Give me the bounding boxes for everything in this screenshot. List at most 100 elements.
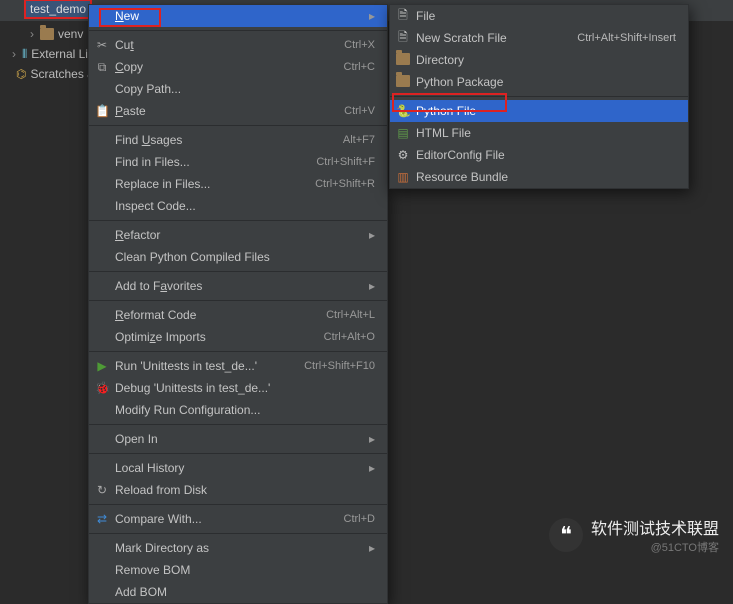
menu-reformat[interactable]: Reformat Code Ctrl+Alt+L	[89, 304, 387, 326]
menu-find-in-files[interactable]: Find in Files... Ctrl+Shift+F	[89, 151, 387, 173]
menu-label: Local History	[115, 461, 184, 475]
menu-local-history[interactable]: Local History ▸	[89, 457, 387, 479]
menu-label: Find Usages	[115, 133, 182, 147]
wechat-icon: ❝	[549, 518, 583, 552]
submenu-file[interactable]: 🗎 File	[390, 5, 688, 27]
scratches-icon: ⌬	[16, 67, 26, 81]
new-submenu: 🗎 File 🗎 New Scratch File Ctrl+Alt+Shift…	[389, 4, 689, 189]
menu-label: Open In	[115, 432, 158, 446]
menu-separator	[89, 351, 387, 352]
shortcut: Ctrl+D	[344, 513, 375, 525]
menu-debug[interactable]: 🐞 Debug 'Unittests in test_de...'	[89, 377, 387, 399]
menu-add-favorites[interactable]: Add to Favorites ▸	[89, 275, 387, 297]
submenu-arrow-icon: ▸	[369, 9, 375, 23]
watermark-text: 软件测试技术联盟	[591, 515, 719, 539]
submenu-label: HTML File	[416, 126, 471, 140]
menu-label: Find in Files...	[115, 155, 190, 169]
folder-icon	[396, 75, 410, 90]
submenu-scratch-file[interactable]: 🗎 New Scratch File Ctrl+Alt+Shift+Insert	[390, 27, 688, 49]
menu-paste[interactable]: 📋 Paste Ctrl+V	[89, 100, 387, 122]
menu-cut[interactable]: ✂ Cut Ctrl+X	[89, 34, 387, 56]
menu-inspect-code[interactable]: Inspect Code...	[89, 195, 387, 217]
menu-copy[interactable]: ⧉ Copy Ctrl+C	[89, 56, 387, 78]
submenu-label: New Scratch File	[416, 31, 507, 45]
menu-separator	[390, 96, 688, 97]
watermark-source: @51CTO博客	[591, 539, 719, 555]
submenu-arrow-icon: ▸	[369, 279, 375, 293]
run-icon: ▶	[95, 359, 109, 373]
menu-separator	[89, 424, 387, 425]
menu-label: Remove BOM	[115, 563, 190, 577]
shortcut: Ctrl+Alt+O	[324, 331, 375, 343]
menu-modify-run-config[interactable]: Modify Run Configuration...	[89, 399, 387, 421]
menu-label: Copy	[115, 60, 143, 74]
menu-label: Paste	[115, 104, 146, 118]
menu-label: Compare With...	[115, 512, 202, 526]
submenu-label: Python Package	[416, 75, 503, 89]
submenu-arrow-icon: ▸	[369, 461, 375, 475]
scissors-icon: ✂	[95, 38, 109, 52]
submenu-resource-bundle[interactable]: ▥ Resource Bundle	[390, 166, 688, 188]
shortcut: Ctrl+Alt+L	[326, 309, 375, 321]
menu-separator	[89, 300, 387, 301]
menu-label: Optimize Imports	[115, 330, 206, 344]
scratch-file-icon: 🗎	[396, 28, 410, 49]
file-icon: 🗎	[396, 6, 410, 27]
submenu-directory[interactable]: Directory	[390, 49, 688, 71]
menu-clean-python[interactable]: Clean Python Compiled Files	[89, 246, 387, 268]
menu-separator	[89, 220, 387, 221]
bundle-icon: ▥	[396, 170, 410, 184]
gear-icon: ⚙	[396, 148, 410, 162]
context-menu: New ▸ ✂ Cut Ctrl+X ⧉ Copy Ctrl+C Copy Pa…	[88, 4, 388, 604]
menu-separator	[89, 125, 387, 126]
menu-label: Add to Favorites	[115, 279, 202, 293]
menu-separator	[89, 271, 387, 272]
project-root-highlight: test_demo	[24, 0, 92, 19]
submenu-python-package[interactable]: Python Package	[390, 71, 688, 93]
menu-new[interactable]: New ▸	[89, 5, 387, 27]
compare-icon: ⇄	[95, 512, 109, 526]
menu-copy-path[interactable]: Copy Path...	[89, 78, 387, 100]
submenu-label: Resource Bundle	[416, 170, 508, 184]
submenu-label: File	[416, 9, 435, 23]
menu-add-bom[interactable]: Add BOM	[89, 581, 387, 603]
menu-separator	[89, 533, 387, 534]
python-file-icon: 🐍	[396, 104, 410, 118]
menu-label: Inspect Code...	[115, 199, 196, 213]
submenu-python-file[interactable]: 🐍 Python File	[390, 100, 688, 122]
menu-optimize-imports[interactable]: Optimize Imports Ctrl+Alt+O	[89, 326, 387, 348]
menu-label: Debug 'Unittests in test_de...'	[115, 381, 270, 395]
watermark: ❝ 软件测试技术联盟 @51CTO博客	[549, 515, 719, 555]
menu-label: Refactor	[115, 228, 160, 242]
menu-label: Mark Directory as	[115, 541, 209, 555]
html-file-icon: ▤	[396, 126, 410, 140]
menu-run[interactable]: ▶ Run 'Unittests in test_de...' Ctrl+Shi…	[89, 355, 387, 377]
menu-label: New	[115, 9, 139, 23]
menu-refactor[interactable]: Refactor ▸	[89, 224, 387, 246]
menu-separator	[89, 30, 387, 31]
menu-reload-disk[interactable]: ↻ Reload from Disk	[89, 479, 387, 501]
menu-label: Reformat Code	[115, 308, 196, 322]
submenu-editorconfig[interactable]: ⚙ EditorConfig File	[390, 144, 688, 166]
shortcut: Ctrl+X	[344, 39, 375, 51]
library-icon: ⦀	[22, 47, 27, 62]
reload-icon: ↻	[95, 483, 109, 497]
menu-label: Replace in Files...	[115, 177, 210, 191]
copy-icon: ⧉	[95, 60, 109, 75]
submenu-html-file[interactable]: ▤ HTML File	[390, 122, 688, 144]
menu-compare-with[interactable]: ⇄ Compare With... Ctrl+D	[89, 508, 387, 530]
chevron-right-icon: ›	[10, 47, 18, 61]
menu-mark-directory[interactable]: Mark Directory as ▸	[89, 537, 387, 559]
submenu-label: Python File	[416, 104, 476, 118]
shortcut: Ctrl+Shift+R	[315, 178, 375, 190]
menu-label: Copy Path...	[115, 82, 181, 96]
menu-remove-bom[interactable]: Remove BOM	[89, 559, 387, 581]
menu-open-in[interactable]: Open In ▸	[89, 428, 387, 450]
submenu-arrow-icon: ▸	[369, 432, 375, 446]
shortcut: Ctrl+Shift+F10	[304, 360, 375, 372]
menu-find-usages[interactable]: Find Usages Alt+F7	[89, 129, 387, 151]
submenu-arrow-icon: ▸	[369, 228, 375, 242]
submenu-label: EditorConfig File	[416, 148, 505, 162]
menu-separator	[89, 453, 387, 454]
menu-replace-in-files[interactable]: Replace in Files... Ctrl+Shift+R	[89, 173, 387, 195]
